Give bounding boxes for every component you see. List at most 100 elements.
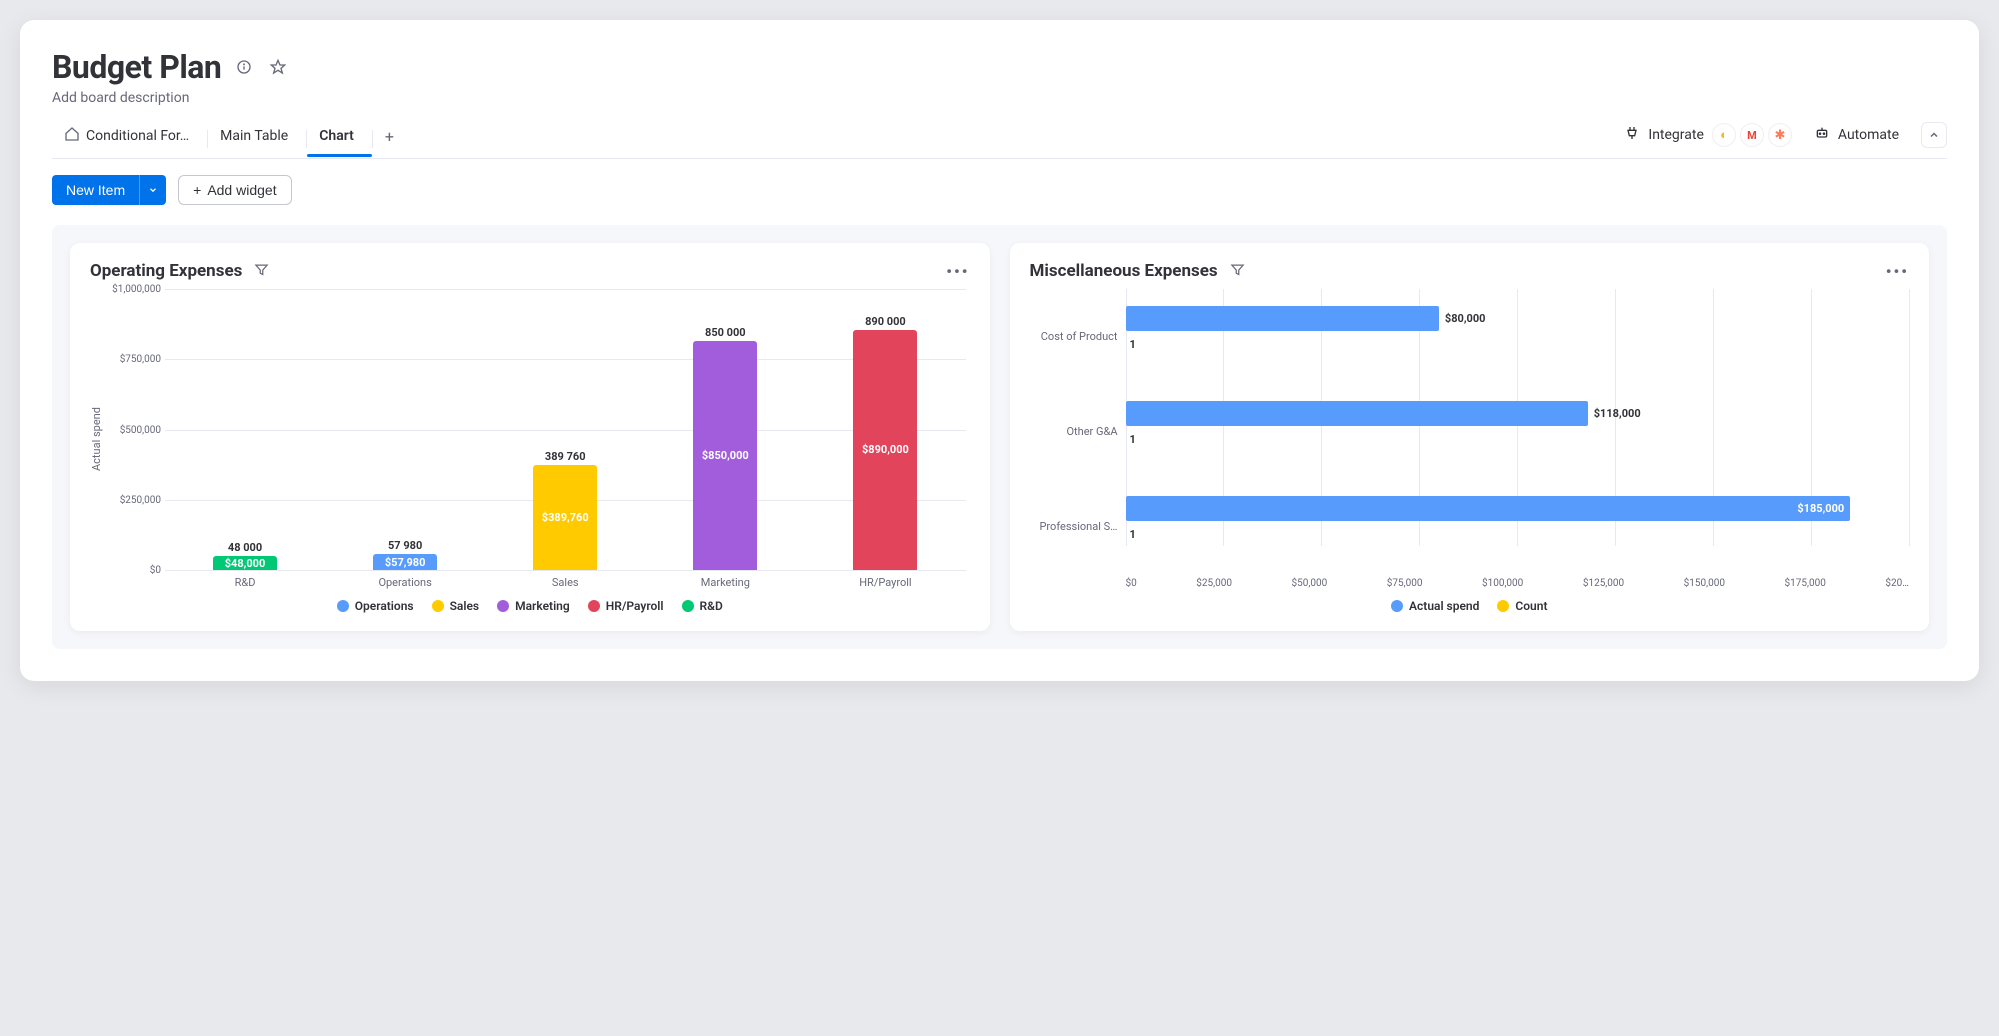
chart-bar[interactable]: $80,000 — [1126, 306, 1439, 331]
chart-count-label: 1 — [1130, 528, 1136, 541]
filter-icon[interactable] — [1230, 262, 1245, 281]
chart-y-tick: Other G&A — [1030, 425, 1126, 438]
legend-label: HR/Payroll — [606, 599, 664, 613]
chart-x-tick: $0 — [1126, 578, 1137, 589]
chart-bar-top-label: 890 000 — [865, 315, 906, 328]
chart-x-tick: $50,000 — [1292, 578, 1328, 589]
chart-bar-column: 850 000 $850,000 — [653, 326, 797, 571]
chart-bar[interactable]: $890,000 — [853, 330, 917, 570]
tab-main-table[interactable]: Main Table — [208, 122, 306, 156]
legend-label: Count — [1515, 599, 1547, 613]
chart-bar[interactable]: $185,000 — [1126, 496, 1851, 521]
new-item-split-button: New Item — [52, 175, 166, 205]
chart-x-tick: $20… — [1885, 578, 1909, 589]
chart-bar-value-label: $389,760 — [542, 511, 589, 524]
chart-bar-value-label: $890,000 — [862, 443, 909, 456]
collapse-header-button[interactable] — [1921, 122, 1947, 148]
add-widget-button[interactable]: + Add widget — [178, 175, 291, 205]
chart-bar-top-label: 850 000 — [705, 326, 746, 339]
chart-x-tick: $25,000 — [1196, 578, 1232, 589]
plug-icon — [1624, 125, 1640, 145]
chart-bar[interactable]: $118,000 — [1126, 401, 1588, 426]
chart-bar[interactable]: $57,980 — [373, 554, 437, 570]
new-item-button[interactable]: New Item — [52, 175, 139, 205]
legend-dot-icon — [1391, 600, 1403, 612]
board-description[interactable]: Add board description — [52, 90, 1947, 106]
automate-label: Automate — [1838, 127, 1899, 143]
legend-dot-icon — [588, 600, 600, 612]
add-view-button[interactable]: + — [373, 121, 406, 158]
chart-y-tick: $500,000 — [109, 425, 161, 436]
widget-miscellaneous-expenses: Miscellaneous Expenses ••• Cost of Produ… — [1010, 243, 1930, 631]
chart-bar-value-label: $80,000 — [1445, 312, 1486, 325]
chart-bar[interactable]: $389,760 — [533, 465, 597, 570]
star-icon[interactable] — [267, 56, 289, 78]
chart-x-tick: $175,000 — [1785, 578, 1826, 589]
chart-bar[interactable]: $48,000 — [213, 556, 277, 570]
chart-row: Other G&A$118,0001 — [1030, 384, 1910, 479]
chart-bar-value-label: $185,000 — [1797, 502, 1844, 515]
legend-label: R&D — [700, 599, 723, 613]
legend-item[interactable]: HR/Payroll — [588, 599, 664, 613]
chart-bar[interactable]: $850,000 — [693, 341, 757, 571]
integration-icon-hubspot[interactable]: ✱ — [1768, 123, 1792, 147]
chart-bar-top-label: 389 760 — [545, 450, 586, 463]
board-title[interactable]: Budget Plan — [52, 48, 221, 86]
chart-count-label: 1 — [1130, 433, 1136, 446]
chart-bar-column: 48 000$48,000 — [173, 541, 317, 570]
widget-more-menu[interactable]: ••• — [946, 262, 969, 281]
integrate-button[interactable]: Integrate ◐ M ✱ — [1624, 123, 1792, 147]
chart-bar-value-label: $48,000 — [225, 557, 266, 570]
chart-x-tick: $150,000 — [1684, 578, 1725, 589]
chart-gridline — [1909, 289, 1910, 546]
chart-x-tick: $125,000 — [1583, 578, 1624, 589]
chart-x-tick: $75,000 — [1387, 578, 1423, 589]
widget-title[interactable]: Miscellaneous Expenses — [1030, 261, 1218, 281]
tab-label: Conditional For… — [86, 128, 189, 144]
tab-chart[interactable]: Chart — [307, 122, 372, 156]
widget-title[interactable]: Operating Expenses — [90, 261, 242, 281]
automate-button[interactable]: Automate — [1814, 125, 1899, 145]
chart-bar-column: 389 760 $389,760 — [493, 450, 637, 570]
legend-label: Actual spend — [1409, 599, 1479, 613]
new-item-dropdown[interactable] — [139, 175, 166, 205]
legend-label: Operations — [355, 599, 414, 613]
legend-item[interactable]: Marketing — [497, 599, 570, 613]
legend-item[interactable]: Sales — [432, 599, 480, 613]
chart-x-tick: R&D — [173, 576, 317, 589]
legend-item[interactable]: Count — [1497, 599, 1547, 613]
legend-dot-icon — [432, 600, 444, 612]
chart-bar-value-label: $118,000 — [1594, 407, 1641, 420]
widget-operating-expenses: Operating Expenses ••• Actual spend $0 $2… — [70, 243, 990, 631]
robot-icon — [1814, 125, 1830, 145]
integration-icon-gmail[interactable]: M — [1740, 123, 1764, 147]
chart-y-tick: $1,000,000 — [109, 284, 161, 295]
chart-x-tick: Operations — [333, 576, 477, 589]
legend-dot-icon — [497, 600, 509, 612]
chart-y-axis-label: Actual spend — [90, 289, 103, 589]
legend-dot-icon — [1497, 600, 1509, 612]
filter-icon[interactable] — [254, 262, 269, 281]
legend-item[interactable]: Operations — [337, 599, 414, 613]
legend-label: Marketing — [515, 599, 570, 613]
chart-count-label: 1 — [1130, 338, 1136, 351]
tab-label: Main Table — [220, 128, 288, 144]
chart-y-tick: $250,000 — [109, 495, 161, 506]
chart-gridline: $0 — [165, 570, 966, 571]
chart-y-tick: Cost of Product — [1030, 330, 1126, 343]
tab-conditional-formatting[interactable]: Conditional For… — [52, 120, 207, 158]
integration-icon-mailchimp[interactable]: ◐ — [1712, 123, 1736, 147]
legend-item[interactable]: R&D — [682, 599, 723, 613]
chart-y-tick: Professional S… — [1030, 520, 1126, 533]
chart-x-tick: HR/Payroll — [813, 576, 957, 589]
legend-dot-icon — [337, 600, 349, 612]
legend-label: Sales — [450, 599, 480, 613]
chart-bar-column: 890 000 $890,000 — [813, 315, 957, 570]
integrate-label: Integrate — [1648, 127, 1704, 143]
widget-more-menu[interactable]: ••• — [1886, 262, 1909, 281]
info-icon[interactable] — [233, 56, 255, 78]
chart-bar-value-label: $850,000 — [702, 449, 749, 462]
legend-dot-icon — [682, 600, 694, 612]
chart-row: Professional S… $185,000 1 — [1030, 479, 1910, 574]
legend-item[interactable]: Actual spend — [1391, 599, 1479, 613]
